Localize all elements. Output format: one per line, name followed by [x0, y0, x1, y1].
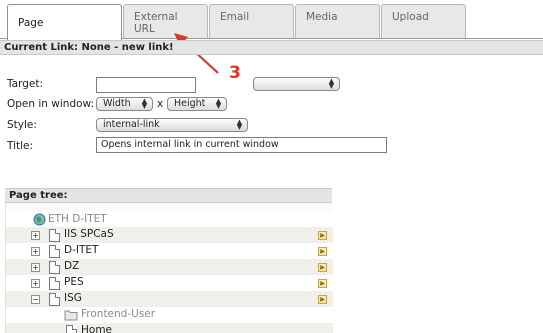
tree-row[interactable]: Frontend-User — [6, 307, 333, 323]
select-arrows-icon: ▲ ▼ — [215, 97, 222, 110]
globe-icon — [33, 213, 46, 226]
target-label: Target: — [7, 78, 44, 90]
height-select[interactable]: Height ▲ ▼ — [167, 97, 227, 111]
tree-item-label[interactable]: PES — [64, 276, 84, 288]
page-tree-header: Page tree: — [5, 188, 332, 203]
page-icon — [49, 277, 60, 290]
page-icon — [49, 245, 60, 258]
expand-plus-icon[interactable]: + — [31, 263, 40, 272]
open-in-window-label: Open in window: — [7, 98, 95, 110]
tree-item-label[interactable]: Home — [81, 324, 112, 333]
tree-row[interactable]: Home — [6, 323, 333, 333]
select-arrows-icon: ▲ ▼ — [141, 97, 148, 110]
tree-root-label: ETH D-ITET — [48, 213, 107, 225]
tree-row[interactable]: + PES ▶ — [6, 275, 333, 291]
tab-media-label: Media — [306, 11, 338, 23]
tab-page-label: Page — [18, 17, 44, 29]
tab-upload-label: Upload — [392, 11, 429, 23]
tree-row[interactable]: + IIS SPCaS ▶ — [6, 227, 333, 243]
page-icon — [49, 229, 60, 242]
page-tree: ETH D-ITET + IIS SPCaS ▶ + D-ITET ▶ + DZ… — [5, 203, 333, 333]
style-label: Style: — [7, 119, 37, 131]
expand-plus-icon[interactable]: + — [31, 279, 40, 288]
tree-root-row[interactable]: ETH D-ITET — [6, 211, 333, 227]
arrow-right-icon[interactable]: ▶ — [318, 247, 327, 256]
tree-row[interactable]: + DZ ▶ — [6, 259, 333, 275]
arrow-right-icon[interactable]: ▶ — [318, 279, 327, 288]
width-select-value: Width — [103, 98, 131, 109]
tab-upload[interactable]: Upload — [381, 4, 466, 39]
arrow-right-icon[interactable]: ▶ — [318, 263, 327, 272]
folder-icon — [64, 310, 78, 321]
tree-row[interactable]: + D-ITET ▶ — [6, 243, 333, 259]
tree-item-label[interactable]: DZ — [64, 260, 79, 272]
page-icon — [49, 261, 60, 274]
expand-plus-icon[interactable]: + — [31, 247, 40, 256]
target-select[interactable]: ▲ ▼ — [253, 77, 340, 91]
page-icon — [49, 293, 60, 306]
tree-row[interactable]: − ISG ▶ — [6, 291, 333, 307]
title-input[interactable]: Opens internal link in current window — [96, 137, 387, 153]
annotation-number: 3 — [229, 63, 241, 83]
tab-media[interactable]: Media — [295, 4, 380, 39]
select-arrows-icon: ▲ ▼ — [236, 118, 243, 131]
tree-item-label[interactable]: ISG — [64, 292, 82, 304]
width-select[interactable]: Width ▲ ▼ — [96, 97, 153, 111]
current-link-bar: Current Link: None - new link! — [0, 40, 543, 55]
collapse-minus-icon[interactable]: − — [31, 295, 40, 304]
style-select-value: internal-link — [103, 119, 160, 130]
style-select[interactable]: internal-link ▲ ▼ — [96, 118, 248, 132]
tab-email-label: Email — [220, 11, 250, 23]
target-input[interactable] — [96, 77, 196, 93]
expand-plus-icon[interactable]: + — [31, 231, 40, 240]
page-icon — [66, 325, 77, 333]
arrow-right-icon[interactable]: ▶ — [318, 231, 327, 240]
tab-page[interactable]: Page — [7, 4, 122, 40]
arrow-right-icon[interactable]: ▶ — [318, 295, 327, 304]
tree-item-label: Frontend-User — [81, 308, 156, 320]
x-separator: x — [157, 98, 164, 110]
tree-item-label[interactable]: IIS SPCaS — [64, 228, 114, 240]
tree-item-label[interactable]: D-ITET — [64, 244, 98, 256]
height-select-value: Height — [174, 98, 206, 109]
select-arrows-icon: ▲ ▼ — [328, 77, 335, 90]
title-label: Title: — [7, 140, 34, 152]
